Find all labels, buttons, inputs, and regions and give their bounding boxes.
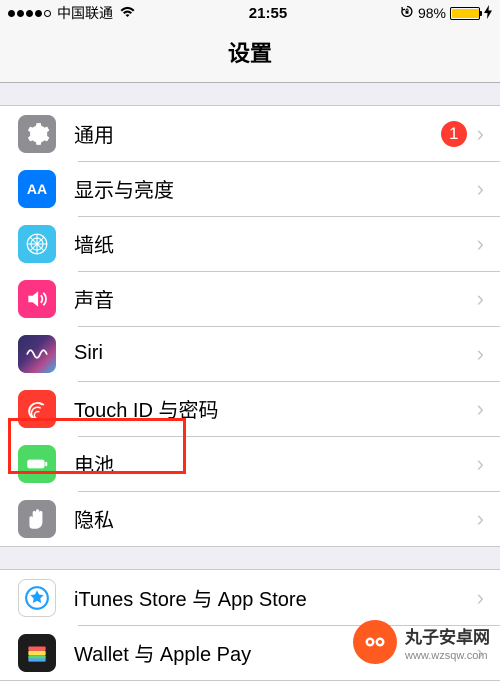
watermark-url: www.wzsqw.com bbox=[405, 650, 490, 662]
fingerprint-icon bbox=[18, 390, 56, 428]
battery-icon bbox=[450, 7, 480, 20]
row-wallpaper[interactable]: 墙纸 › bbox=[0, 216, 500, 271]
carrier-label: 中国联通 bbox=[57, 3, 113, 23]
row-label: Touch ID 与密码 bbox=[74, 394, 477, 423]
wallpaper-icon bbox=[18, 225, 56, 263]
orientation-lock-icon bbox=[400, 5, 414, 22]
row-sound[interactable]: 声音 › bbox=[0, 271, 500, 326]
chevron-right-icon: › bbox=[477, 176, 500, 202]
siri-icon bbox=[18, 335, 56, 373]
row-display[interactable]: AA 显示与亮度 › bbox=[0, 161, 500, 216]
chevron-right-icon: › bbox=[477, 396, 500, 422]
watermark-brand: 丸子安卓网 bbox=[405, 628, 490, 647]
status-time: 21:55 bbox=[249, 5, 287, 22]
watermark-text-block: 丸子安卓网 www.wzsqw.com bbox=[405, 623, 490, 662]
row-siri[interactable]: Siri › bbox=[0, 326, 500, 381]
chevron-right-icon: › bbox=[477, 341, 500, 367]
row-label: 隐私 bbox=[74, 504, 477, 533]
row-touchid[interactable]: Touch ID 与密码 › bbox=[0, 381, 500, 436]
sound-icon bbox=[18, 280, 56, 318]
status-bar: 中国联通 21:55 98% bbox=[0, 0, 500, 26]
display-icon: AA bbox=[18, 170, 56, 208]
signal-strength-icon bbox=[8, 10, 51, 17]
row-battery[interactable]: 电池 › bbox=[0, 436, 500, 491]
row-label: 墙纸 bbox=[74, 229, 477, 258]
chevron-right-icon: › bbox=[477, 286, 500, 312]
status-right: 98% bbox=[400, 5, 492, 22]
watermark: 丸子安卓网 www.wzsqw.com bbox=[353, 620, 490, 664]
chevron-right-icon: › bbox=[477, 451, 500, 477]
chevron-right-icon: › bbox=[477, 585, 500, 611]
row-label: 电池 bbox=[74, 449, 477, 478]
chevron-right-icon: › bbox=[477, 121, 500, 147]
row-label: 通用 bbox=[74, 119, 441, 148]
row-label: iTunes Store 与 App Store bbox=[74, 583, 477, 612]
row-label: 声音 bbox=[74, 284, 477, 313]
row-label: Siri bbox=[74, 342, 477, 365]
wifi-icon bbox=[119, 5, 136, 21]
battery-percent: 98% bbox=[418, 5, 446, 21]
chevron-right-icon: › bbox=[477, 506, 500, 532]
settings-group-1: 通用 1 › AA 显示与亮度 › 墙纸 › 声音 › Siri › To bbox=[0, 105, 500, 547]
chevron-right-icon: › bbox=[477, 231, 500, 257]
status-left: 中国联通 bbox=[8, 3, 136, 23]
row-privacy[interactable]: 隐私 › bbox=[0, 491, 500, 546]
row-general[interactable]: 通用 1 › bbox=[0, 106, 500, 161]
wallet-icon bbox=[18, 634, 56, 672]
appstore-icon bbox=[18, 579, 56, 617]
hand-icon bbox=[18, 500, 56, 538]
gear-icon bbox=[18, 115, 56, 153]
watermark-logo bbox=[353, 620, 397, 664]
charging-icon bbox=[484, 5, 492, 22]
row-itunes[interactable]: iTunes Store 与 App Store › bbox=[0, 570, 500, 625]
row-label: 显示与亮度 bbox=[74, 174, 477, 203]
page-title: 设置 bbox=[0, 26, 500, 83]
battery-icon bbox=[18, 445, 56, 483]
notification-badge: 1 bbox=[441, 121, 467, 147]
